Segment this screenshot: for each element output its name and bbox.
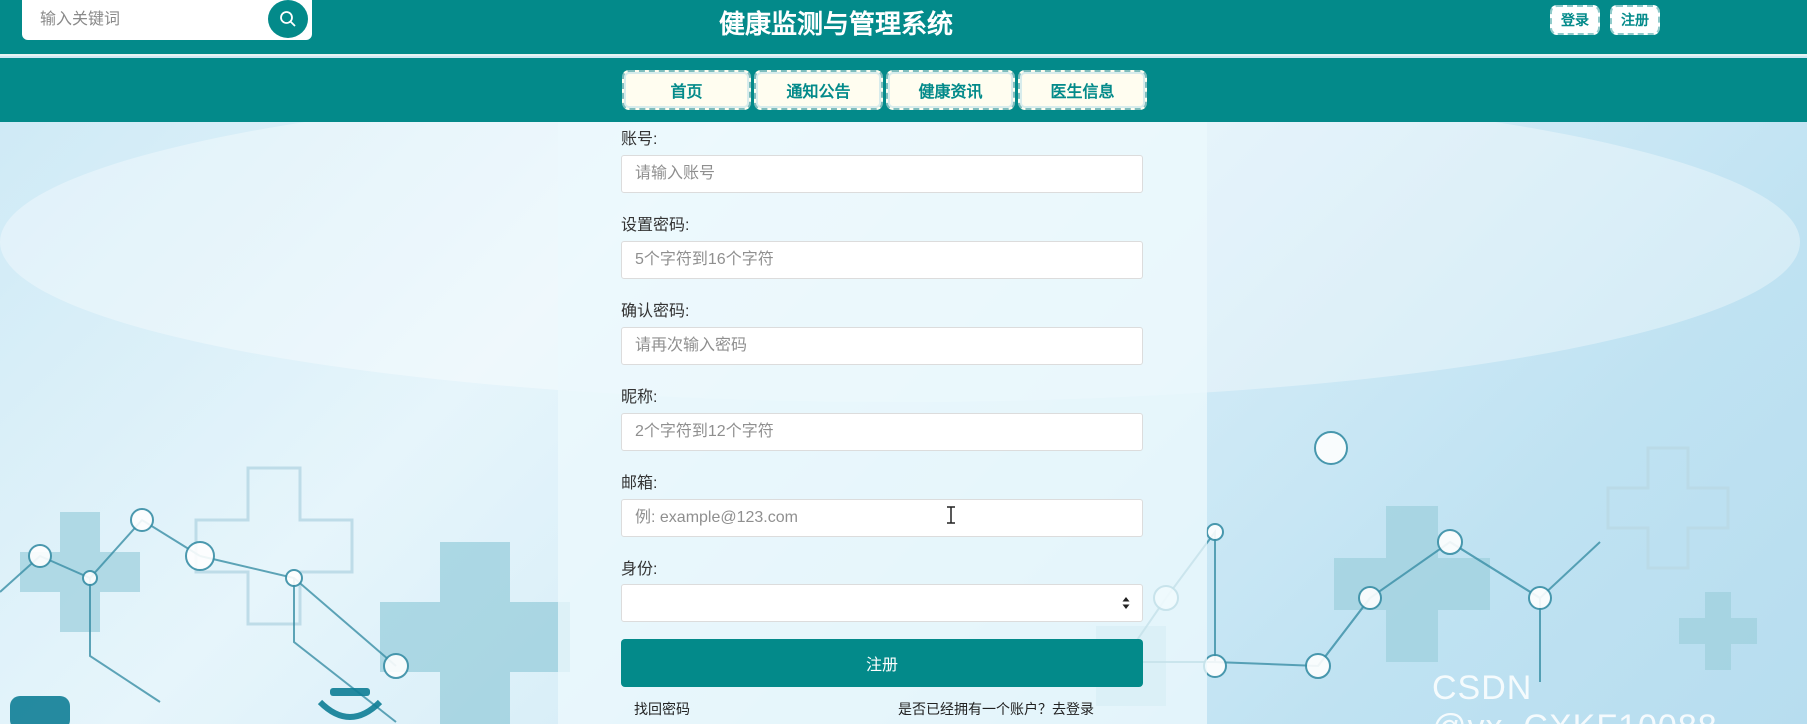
email-input[interactable]	[621, 499, 1143, 537]
nav-item-health-news[interactable]: 健康资讯	[886, 70, 1015, 110]
confirm-password-label: 确认密码:	[621, 303, 690, 320]
go-login-link[interactable]: 是否已经拥有一个账户？去登录	[898, 699, 1094, 719]
site-title: 健康监测与管理系统	[718, 9, 953, 39]
nickname-label: 昵称:	[621, 389, 658, 406]
nav-item-home[interactable]: 首页	[622, 70, 751, 110]
top-header: 健康监测与管理系统 登录 注册	[0, 0, 1807, 56]
nickname-input[interactable]	[621, 413, 1143, 451]
register-submit-button[interactable]: 注册	[621, 639, 1143, 687]
role-select[interactable]	[621, 584, 1143, 622]
text-cursor-icon	[947, 506, 955, 524]
password-label: 设置密码:	[621, 217, 690, 234]
account-label: 账号:	[621, 131, 658, 148]
email-label: 邮箱:	[621, 475, 658, 492]
forgot-password-link[interactable]: 找回密码	[634, 699, 690, 719]
login-button[interactable]: 登录	[1550, 5, 1600, 35]
watermark: CSDN @vx_CXKF10088	[1432, 669, 1717, 724]
confirm-password-input[interactable]	[621, 327, 1143, 365]
account-input[interactable]	[621, 155, 1143, 193]
select-updown-icon	[1122, 597, 1130, 609]
password-input[interactable]	[621, 241, 1143, 279]
nav-item-notices[interactable]: 通知公告	[754, 70, 883, 110]
main-nav: 首页 通知公告 健康资讯 医生信息	[0, 58, 1807, 122]
nav-item-doctors[interactable]: 医生信息	[1018, 70, 1147, 110]
register-button[interactable]: 注册	[1610, 5, 1660, 35]
role-label: 身份:	[621, 561, 658, 578]
